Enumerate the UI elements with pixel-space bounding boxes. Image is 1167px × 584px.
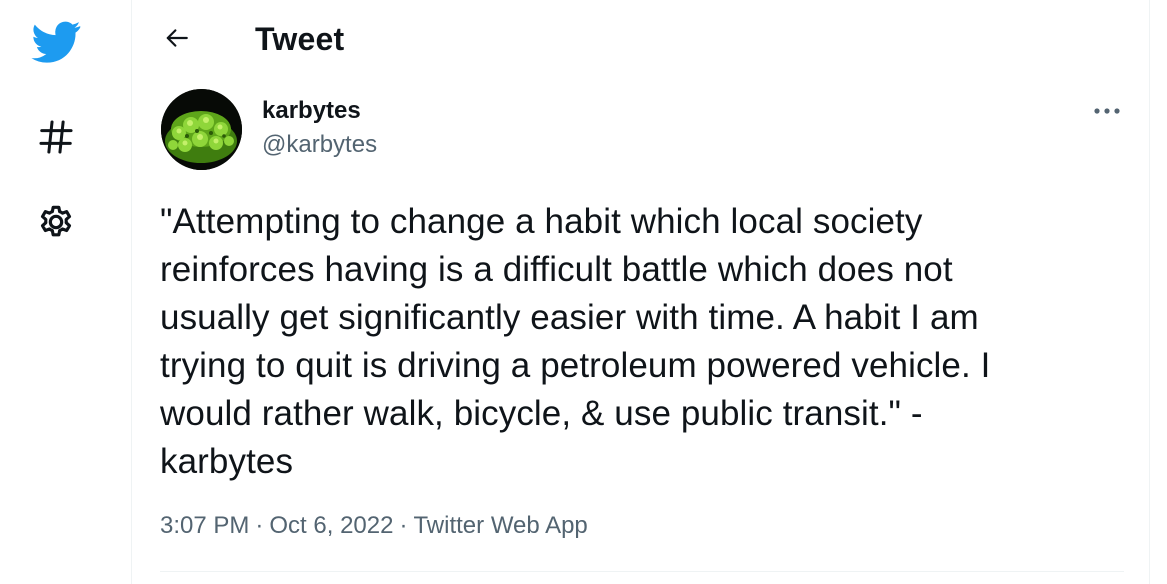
twitter-bird-icon <box>31 21 81 63</box>
page-title: Tweet <box>255 21 345 57</box>
page-header: Tweet <box>132 0 1149 78</box>
arrow-left-icon <box>166 29 188 47</box>
ellipsis-icon <box>1094 108 1120 114</box>
explore-button[interactable] <box>30 111 82 163</box>
tweet-timestamp-date[interactable]: Oct 6, 2022 <box>269 512 393 539</box>
gear-icon <box>40 205 72 237</box>
meta-separator: · <box>255 512 264 539</box>
author-handle[interactable]: @karbytes <box>262 131 377 159</box>
tweet-detail-column: Tweet karbytes @karbytes "Attempting to … <box>131 0 1150 584</box>
divider <box>160 571 1124 572</box>
romanesco-broccoli-avatar <box>161 89 242 170</box>
author-display-name[interactable]: karbytes <box>262 97 361 125</box>
tweet-text: "Attempting to change a habit which loca… <box>160 202 991 481</box>
more-options-button[interactable] <box>1088 94 1126 128</box>
twitter-home-button[interactable] <box>30 16 82 68</box>
tweet-metadata: 3:07 PM · Oct 6, 2022 · Twitter Web App <box>160 511 588 541</box>
hashtag-icon <box>39 120 73 154</box>
avatar[interactable] <box>161 89 242 170</box>
tweet-timestamp-time[interactable]: 3:07 PM <box>160 512 249 539</box>
back-button[interactable] <box>156 17 198 59</box>
tweet-source[interactable]: Twitter Web App <box>413 512 587 539</box>
meta-separator: · <box>399 512 408 539</box>
twitter-app: Tweet karbytes @karbytes "Attempting to … <box>0 0 1167 584</box>
left-nav <box>0 0 131 584</box>
settings-button[interactable] <box>30 196 82 248</box>
